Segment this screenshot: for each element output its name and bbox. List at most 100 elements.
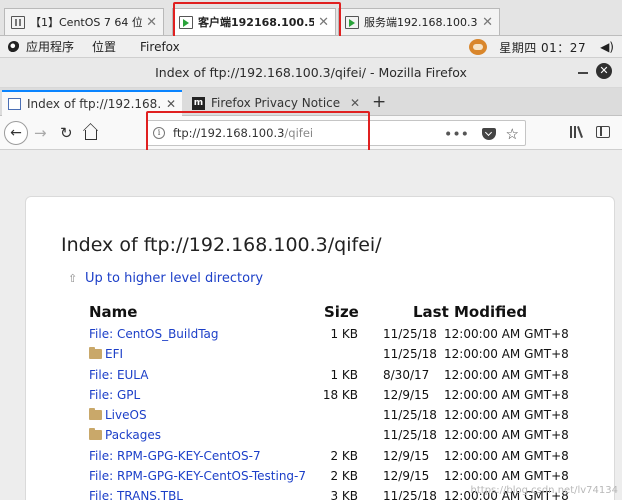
vm-running-icon <box>345 15 359 29</box>
table-row: LiveOS 11/25/18 12:00:00 AM GMT+8 <box>26 406 616 426</box>
mozilla-favicon-icon: m <box>192 96 205 110</box>
page-content: Index of ftp://192.168.100.3/qifei/ ⇧ Up… <box>0 150 622 500</box>
vm-tab-centos[interactable]: 【1】CentOS 7 64 位 ✕ <box>4 8 164 35</box>
pocket-icon[interactable] <box>481 128 496 140</box>
file-time: 12:00:00 AM GMT+8 <box>444 327 569 341</box>
new-tab-button[interactable]: + <box>372 92 386 112</box>
vm-running-icon <box>179 15 193 29</box>
url-path: /qifei <box>284 126 314 140</box>
file-time: 12:00:00 AM GMT+8 <box>444 449 569 463</box>
arrow-right-icon: → <box>34 124 47 142</box>
file-size: 1 KB <box>330 368 358 382</box>
vm-tab-client[interactable]: 客户端192168.100.5 ✕ <box>172 8 336 35</box>
close-icon[interactable]: ✕ <box>146 15 157 30</box>
file-link[interactable]: File: RPM-GPG-KEY-CentOS-7 <box>89 449 261 463</box>
places-label: 位置 <box>92 40 117 54</box>
up-link-label: Up to higher level directory <box>85 271 264 286</box>
file-time: 12:00:00 AM GMT+8 <box>444 368 569 382</box>
close-window-icon[interactable]: ✕ <box>596 63 612 79</box>
file-link[interactable]: File: TRANS.TBL <box>89 489 183 500</box>
places-menu[interactable]: 位置 <box>92 38 116 55</box>
gnome-top-bar: 应用程序 位置 Firefox 星期四 01：27 ◀) <box>0 36 622 58</box>
folder-icon <box>89 408 102 420</box>
url-host: ftp://192.168.100.3 <box>173 126 285 140</box>
folder-name: Packages <box>105 428 161 442</box>
close-tab-icon[interactable]: ✕ <box>166 97 176 111</box>
file-date: 11/25/18 <box>383 408 437 422</box>
speaker-icon[interactable]: ◀) <box>600 40 614 54</box>
up-directory-link[interactable]: ⇧ Up to higher level directory <box>68 271 263 286</box>
file-link[interactable]: File: CentOS_BuildTag <box>89 327 219 341</box>
folder-link[interactable]: LiveOS <box>89 408 147 422</box>
file-date: 12/9/15 <box>383 388 430 402</box>
firefox-menu[interactable]: Firefox <box>140 40 180 54</box>
forward-button[interactable]: → <box>34 122 47 144</box>
table-row: File: CentOS_BuildTag 1 KB 11/25/18 12:0… <box>26 325 616 345</box>
applications-label: 应用程序 <box>26 40 75 54</box>
directory-listing-card: Index of ftp://192.168.100.3/qifei/ ⇧ Up… <box>25 196 615 500</box>
back-button[interactable]: ← <box>4 121 28 145</box>
tab-label: Index of ftp://192.168.10 <box>27 97 160 111</box>
minimize-icon[interactable] <box>578 66 588 74</box>
folder-icon <box>89 347 102 359</box>
file-date: 12/9/15 <box>383 449 430 463</box>
file-date: 11/25/18 <box>383 428 437 442</box>
page-title: Index of ftp://192.168.100.3/qifei/ <box>61 234 382 256</box>
file-size: 18 KB <box>322 388 358 402</box>
file-link[interactable]: File: GPL <box>89 388 140 402</box>
file-link[interactable]: File: EULA <box>89 368 148 382</box>
library-icon[interactable] <box>570 124 584 138</box>
close-icon[interactable]: ✕ <box>482 15 493 30</box>
column-header-modified[interactable]: Last Modified <box>413 303 527 321</box>
table-row: EFI 11/25/18 12:00:00 AM GMT+8 <box>26 345 616 365</box>
reload-icon: ↻ <box>60 124 73 142</box>
column-header-name[interactable]: Name <box>89 303 137 321</box>
applications-menu[interactable]: 应用程序 <box>8 38 74 55</box>
file-size: 2 KB <box>330 449 358 463</box>
page-favicon-icon <box>8 98 21 110</box>
reload-button[interactable]: ↻ <box>60 122 73 144</box>
url-bar[interactable]: i ftp://192.168.100.3/qifei ••• ☆ <box>146 120 526 146</box>
sidebar-icon[interactable] <box>596 126 610 138</box>
table-row: File: RPM-GPG-KEY-CentOS-Testing-7 2 KB … <box>26 467 616 487</box>
file-time: 12:00:00 AM GMT+8 <box>444 428 569 442</box>
bookmark-star-icon[interactable]: ☆ <box>506 125 519 143</box>
vm-tab-strip: 【1】CentOS 7 64 位 ✕ 客户端192168.100.5 ✕ 服务端… <box>0 0 622 42</box>
table-row: File: RPM-GPG-KEY-CentOS-7 2 KB 12/9/15 … <box>26 447 616 467</box>
folder-name: EFI <box>105 347 124 361</box>
table-row: File: GPL 18 KB 12/9/15 12:00:00 AM GMT+… <box>26 386 616 406</box>
file-date: 8/30/17 <box>383 368 430 382</box>
vm-tab-label: 【1】CentOS 7 64 位 <box>30 16 143 29</box>
weather-icon[interactable] <box>469 39 488 55</box>
file-date: 12/9/15 <box>383 469 430 483</box>
watermark: https://blog.csdn.net/lv74134 <box>470 485 618 496</box>
clock[interactable]: 星期四 01：27 <box>499 39 586 56</box>
page-actions-button[interactable]: ••• <box>444 127 469 141</box>
close-tab-icon[interactable]: ✕ <box>350 96 360 110</box>
home-icon <box>85 130 97 140</box>
browser-tab-strip: Index of ftp://192.168.10 ✕ m Firefox Pr… <box>0 88 622 116</box>
file-size: 2 KB <box>330 469 358 483</box>
file-time: 12:00:00 AM GMT+8 <box>444 469 569 483</box>
table-row: File: EULA 1 KB 8/30/17 12:00:00 AM GMT+… <box>26 366 616 386</box>
file-size: 3 KB <box>330 489 358 500</box>
arrow-left-icon: ← <box>10 125 22 141</box>
browser-tab-ftp-index[interactable]: Index of ftp://192.168.10 ✕ <box>2 90 182 116</box>
window-title: Index of ftp://192.168.100.3/qifei/ - Mo… <box>155 65 467 80</box>
vm-paused-icon <box>11 15 25 29</box>
home-button[interactable] <box>85 122 97 144</box>
folder-name: LiveOS <box>105 408 147 422</box>
navigation-toolbar: ← → ↻ i ftp://192.168.100.3/qifei ••• ☆ <box>0 111 622 154</box>
window-titlebar: Index of ftp://192.168.100.3/qifei/ - Mo… <box>0 58 622 88</box>
close-icon[interactable]: ✕ <box>318 15 329 30</box>
vm-tab-server[interactable]: 服务端192.168.100.3 ✕ <box>338 8 500 35</box>
folder-link[interactable]: Packages <box>89 428 161 442</box>
column-header-size[interactable]: Size <box>324 303 359 321</box>
file-date: 11/25/18 <box>383 327 437 341</box>
browser-tab-privacy[interactable]: m Firefox Privacy Notice — ✕ <box>186 90 366 116</box>
folder-icon <box>89 428 102 440</box>
folder-link[interactable]: EFI <box>89 347 123 361</box>
file-date: 11/25/18 <box>383 489 437 500</box>
file-link[interactable]: File: RPM-GPG-KEY-CentOS-Testing-7 <box>89 469 306 483</box>
site-info-icon[interactable]: i <box>153 127 165 139</box>
